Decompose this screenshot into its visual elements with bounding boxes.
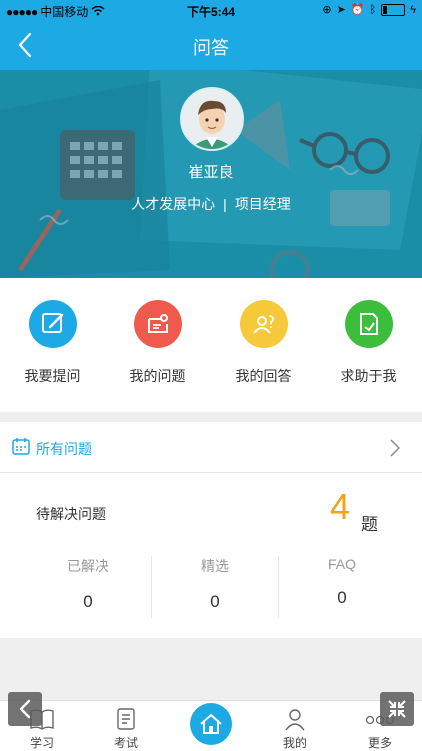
action-label: 我的回答: [235, 368, 292, 384]
tab-label: 更多: [367, 736, 392, 750]
stat-value: 0: [83, 592, 93, 611]
user-name: 崔亚良: [188, 164, 234, 181]
status-right: ⊕ ➤ ⏰ ᛒ ϟ: [322, 3, 416, 16]
page-title: 问答: [193, 38, 229, 58]
stat-featured[interactable]: 精选 0: [152, 556, 278, 612]
tab-home[interactable]: [190, 703, 232, 745]
edit-icon: [28, 300, 77, 348]
user-role: 项目经理: [234, 196, 291, 212]
home-icon: [200, 714, 222, 734]
action-label: 我要提问: [24, 368, 81, 384]
nav-bar: 问答: [0, 20, 422, 70]
chevron-left-icon: [19, 699, 31, 719]
rotation-lock-icon: ⊕: [322, 4, 332, 16]
calendar-icon: [12, 438, 30, 455]
tab-label: 我的: [282, 736, 307, 750]
floating-minimize-button[interactable]: [380, 692, 414, 726]
avatar[interactable]: [180, 87, 244, 151]
action-label: 求助于我: [340, 368, 397, 384]
bluetooth-icon: ᛒ: [369, 3, 377, 16]
my-questions-button[interactable]: 我的问题: [105, 300, 210, 386]
help-me-button[interactable]: 求助于我: [316, 300, 421, 386]
action-grid: 我要提问 我的问题 我的回答 求助于我: [0, 278, 422, 412]
pending-count[interactable]: 4: [330, 486, 350, 528]
location-icon: ➤: [336, 4, 346, 16]
answer-icon: [239, 300, 288, 348]
stat-label: 已解决: [67, 558, 109, 574]
help-icon: [344, 300, 393, 348]
stat-faq[interactable]: FAQ 0: [279, 556, 405, 608]
user-question-icon: [133, 300, 182, 348]
all-questions-label: 所有问题: [36, 441, 92, 457]
alarm-icon: ⏰: [350, 4, 365, 16]
stat-value: 0: [337, 588, 347, 607]
action-label: 我的问题: [129, 368, 186, 384]
pending-unit: 题: [361, 515, 378, 534]
avatar-portrait: [182, 89, 242, 149]
separator: |: [223, 196, 227, 212]
tab-exam[interactable]: 考试: [84, 701, 168, 751]
tab-label: 考试: [113, 736, 138, 750]
tab-mine[interactable]: 我的: [253, 701, 337, 751]
pending-label: 待解决问题: [36, 506, 106, 522]
charging-icon: ϟ: [410, 3, 416, 16]
floating-back-button[interactable]: [8, 692, 42, 726]
shrink-arrows-icon: [388, 700, 406, 718]
exam-icon: [84, 707, 168, 731]
person-icon: [253, 707, 337, 731]
stat-label: 精选: [201, 558, 229, 574]
all-questions-row[interactable]: 所有问题: [0, 422, 422, 473]
questions-panel: 所有问题 待解决问题 4 题 已解决 0 精选 0 FAQ 0: [0, 422, 422, 638]
battery-icon: [381, 3, 406, 16]
chevron-right-icon: [390, 439, 400, 457]
user-department-line: 人才发展中心 | 项目经理: [0, 194, 422, 214]
my-answers-button[interactable]: 我的回答: [211, 300, 316, 386]
stat-value: 0: [210, 592, 220, 611]
user-department: 人才发展中心: [131, 196, 216, 212]
stat-label: FAQ: [327, 556, 356, 572]
ask-question-button[interactable]: 我要提问: [0, 300, 105, 386]
status-bar: ●●●●● 中国移动 下午5:44 ⊕ ➤ ⏰ ᛒ ϟ: [0, 0, 422, 20]
stat-solved[interactable]: 已解决 0: [25, 556, 151, 612]
tab-label: 学习: [29, 736, 54, 750]
profile-header: 崔亚良 人才发展中心 | 项目经理: [0, 70, 422, 278]
